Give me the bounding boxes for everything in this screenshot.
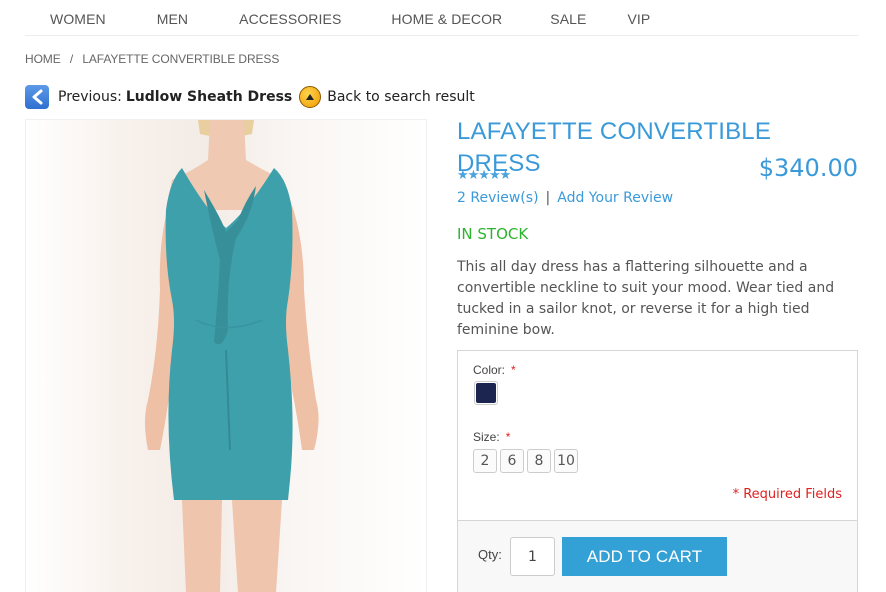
reviews-links: 2 Review(s) | Add Your Review [457, 190, 673, 206]
required-fields-note: * Required Fields [732, 487, 842, 502]
size-option-6[interactable]: 6 [500, 449, 524, 473]
add-to-cart-box: Qty: ADD TO CART [457, 520, 858, 592]
back-to-search-link[interactable]: Back to search result [327, 89, 475, 105]
product-options: Color: * Size: * 2 6 8 10 * Required Field… [457, 350, 858, 520]
previous-product-link[interactable]: Ludlow Sheath Dress [126, 89, 292, 105]
size-options: 2 6 8 10 [473, 449, 581, 473]
star-rating-icon: ★★★★★ [457, 168, 511, 183]
size-label-text: Size: [473, 430, 500, 444]
color-swatch-navy[interactable] [474, 381, 498, 405]
color-option-label: Color: * [473, 363, 516, 377]
product-image[interactable] [25, 119, 427, 592]
product-description: This all day dress has a flattering silh… [457, 259, 835, 338]
product-info: LAFAYETTE CONVERTIBLE DRESS $340.00 ★★★★… [457, 116, 858, 338]
reviews-count-link[interactable]: 2 Review(s) [457, 190, 539, 206]
breadcrumb: HOME / LAFAYETTE CONVERTIBLE DRESS [25, 52, 279, 66]
add-to-cart-button[interactable]: ADD TO CART [562, 537, 727, 576]
required-marker: * [505, 430, 511, 444]
nav-item-vip[interactable]: VIP [627, 0, 650, 38]
nav-item-sale[interactable]: SALE [550, 0, 586, 38]
size-option-10[interactable]: 10 [554, 449, 578, 473]
size-option-label: Size: * [473, 430, 510, 444]
product-price: $340.00 [758, 154, 858, 182]
nav-item-accessories[interactable]: ACCESSORIES [239, 0, 341, 38]
previous-product-nav: Previous: Ludlow Sheath Dress Back to se… [25, 84, 475, 110]
qty-input[interactable] [510, 537, 555, 576]
nav-item-men[interactable]: MEN [157, 0, 188, 38]
color-label-text: Color: [473, 363, 506, 377]
swatch-fill [476, 383, 496, 403]
nav-item-women[interactable]: WOMEN [50, 0, 106, 38]
size-option-2[interactable]: 2 [473, 449, 497, 473]
breadcrumb-current: LAFAYETTE CONVERTIBLE DRESS [82, 52, 280, 66]
dress-illustration [145, 120, 319, 592]
top-navigation: WOMEN MEN ACCESSORIES HOME & DECOR SALE … [25, 0, 858, 36]
qty-label: Qty: [478, 547, 502, 562]
breadcrumb-home[interactable]: HOME [25, 52, 61, 66]
nav-item-home-decor[interactable]: HOME & DECOR [391, 0, 502, 38]
stock-status: IN STOCK [457, 225, 529, 243]
previous-label: Previous: [58, 89, 122, 105]
breadcrumb-separator: / [69, 52, 74, 66]
chevron-left-icon[interactable] [25, 85, 49, 109]
add-review-link[interactable]: Add Your Review [557, 190, 673, 206]
required-marker: * [511, 363, 516, 377]
reviews-separator: | [545, 190, 551, 206]
up-arrow-circle-icon[interactable] [299, 86, 322, 108]
size-option-8[interactable]: 8 [527, 449, 551, 473]
